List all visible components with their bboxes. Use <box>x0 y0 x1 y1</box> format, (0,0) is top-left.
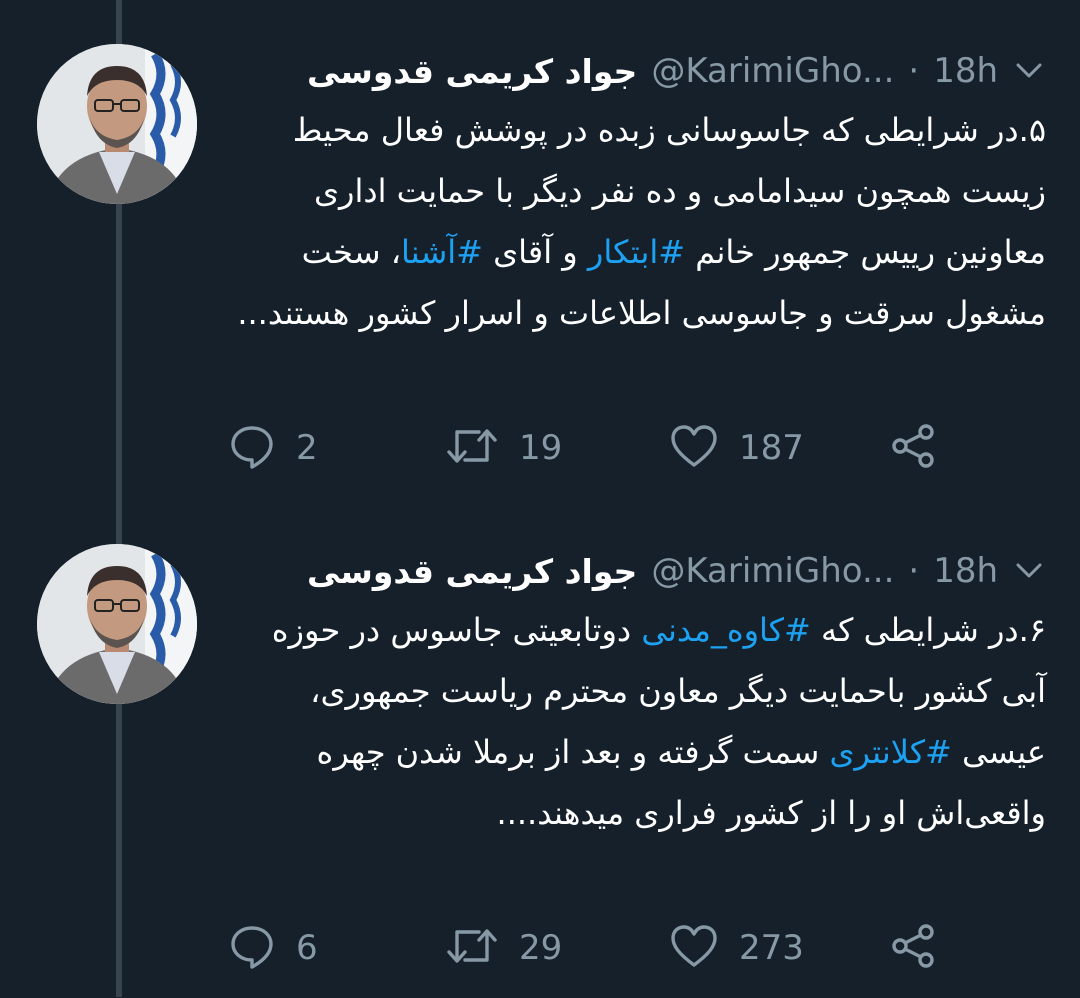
tweet[interactable]: جواد کریمی قدوسی @KarimiGho... · 18h ۶.د… <box>0 500 1080 998</box>
tweet-time[interactable]: 18h <box>933 551 998 591</box>
avatar[interactable] <box>37 44 197 204</box>
reply-button[interactable]: 6 <box>228 920 318 976</box>
reply-icon <box>228 922 276 974</box>
like-button[interactable]: 273 <box>669 920 804 976</box>
share-button[interactable] <box>888 420 938 476</box>
tweet-text-segment: ۶.در شرایطی که <box>810 611 1046 649</box>
author-name[interactable]: جواد کریمی قدوسی <box>307 552 637 591</box>
share-button[interactable] <box>888 920 938 976</box>
retweet-icon <box>445 422 499 474</box>
retweet-button[interactable]: 19 <box>445 420 562 476</box>
tweet-actions: 2 19 187 <box>228 420 948 476</box>
tweet-time[interactable]: 18h <box>933 51 998 91</box>
hashtag-link[interactable]: #آشنا <box>401 233 483 271</box>
retweet-count: 19 <box>519 428 563 468</box>
author-name[interactable]: جواد کریمی قدوسی <box>307 52 637 91</box>
author-handle[interactable]: @KarimiGho... <box>651 551 894 591</box>
reply-button[interactable]: 2 <box>228 420 318 476</box>
chevron-down-icon[interactable] <box>1012 54 1046 88</box>
retweet-count: 29 <box>519 928 563 968</box>
like-count: 273 <box>739 928 804 968</box>
like-button[interactable]: 187 <box>669 420 804 476</box>
hashtag-link[interactable]: #کاوه_مدنی <box>641 611 811 649</box>
reply-icon <box>228 422 276 474</box>
like-count: 187 <box>739 428 804 468</box>
reply-count: 2 <box>296 428 318 468</box>
tweet-header: جواد کریمی قدوسی @KarimiGho... · 18h <box>307 546 1046 596</box>
tweet[interactable]: جواد کریمی قدوسی @KarimiGho... · 18h ۵.د… <box>0 0 1080 498</box>
tweet-text: ۵.در شرایطی که جاسوسانی زبده در پوشش فعا… <box>225 100 1046 344</box>
chevron-down-icon[interactable] <box>1012 554 1046 588</box>
avatar[interactable] <box>37 544 197 704</box>
avatar-photo <box>37 544 197 704</box>
retweet-icon <box>445 922 499 974</box>
tweet-text: ۶.در شرایطی که #کاوه_مدنی دوتابعیتی جاسو… <box>225 600 1046 844</box>
hashtag-link[interactable]: #کلانتری <box>829 733 951 771</box>
avatar-photo <box>37 44 197 204</box>
hashtag-link[interactable]: #ابتکار <box>588 233 685 271</box>
retweet-button[interactable]: 29 <box>445 920 562 976</box>
tweet-actions: 6 29 273 <box>228 920 948 976</box>
heart-icon <box>669 422 719 474</box>
share-icon <box>888 922 938 974</box>
share-icon <box>888 422 938 474</box>
reply-count: 6 <box>296 928 318 968</box>
author-handle[interactable]: @KarimiGho... <box>651 51 894 91</box>
separator-dot: · <box>908 51 920 91</box>
heart-icon <box>669 922 719 974</box>
tweet-header: جواد کریمی قدوسی @KarimiGho... · 18h <box>307 46 1046 96</box>
tweet-text-segment: و آقای <box>482 233 588 271</box>
separator-dot: · <box>908 551 920 591</box>
